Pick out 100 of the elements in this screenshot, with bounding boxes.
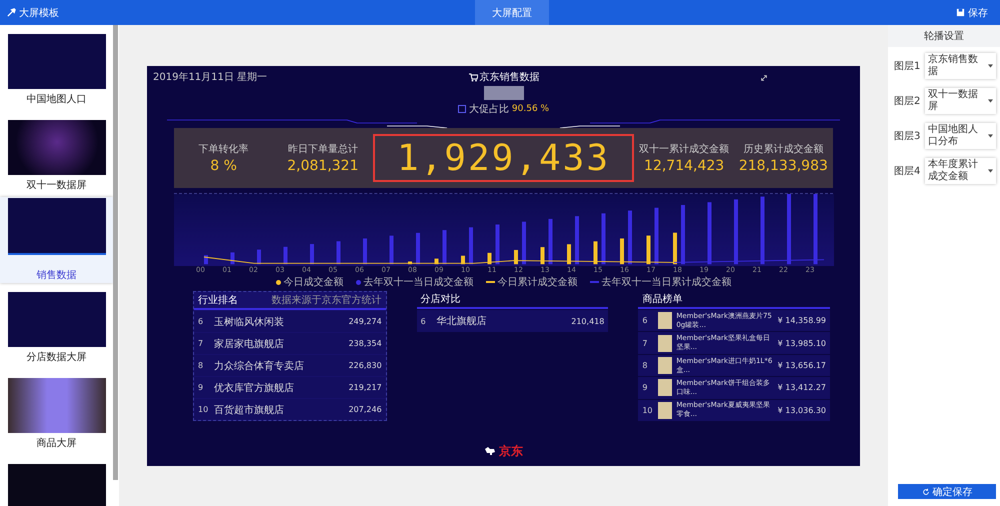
branch-name: 华北旗舰店 (436, 314, 488, 328)
legend-label[interactable]: 今日成交金额 (284, 275, 344, 289)
chart-bar (602, 213, 606, 264)
rank-number: 9 (642, 383, 648, 392)
sales-value: 207,246 (348, 405, 382, 414)
caret-icon (988, 169, 993, 173)
stat-value: 218,133,983 (738, 158, 828, 174)
layer-label: 图层1 (894, 60, 922, 73)
rank-number: 7 (642, 338, 648, 348)
layer-select[interactable]: 京东销售数据 (925, 53, 996, 79)
template-item[interactable]: 双十一数据屏 (0, 111, 113, 197)
chart-bar (204, 255, 208, 264)
chart-bar (787, 194, 791, 264)
chart-bar (336, 241, 340, 264)
panel-title: 分店对比 (420, 292, 461, 306)
sales-value: 210,418 (571, 316, 604, 326)
chart-bar (522, 222, 526, 264)
chart-bar (646, 236, 650, 264)
chart-bar (469, 227, 473, 264)
chart-bar (416, 232, 420, 264)
stat-label: 昨日下单量总计 (288, 142, 358, 156)
panel-title: 行业排名 (198, 294, 238, 307)
chart-bar (681, 204, 685, 264)
config-tab[interactable]: 大屏配置 (475, 0, 549, 25)
stat-value: 12,714,423 (644, 158, 724, 174)
legend-label[interactable]: 去年双十一当日累计成交金额 (602, 275, 732, 289)
shop-name: 百货超市旗舰店 (214, 404, 285, 416)
caret-icon (988, 64, 993, 68)
chart-bar (496, 224, 500, 264)
shop-name: 优衣库官方旗舰店 (214, 382, 295, 394)
chart-bar (310, 244, 314, 264)
rank-number: 7 (198, 339, 204, 348)
square-icon (458, 105, 466, 113)
rank-number: 10 (198, 405, 210, 414)
layer-select[interactable]: 双十一数据屏 (925, 88, 996, 114)
layer-label: 图层2 (894, 95, 922, 108)
shop-name: 玉树临风休闲装 (214, 316, 285, 328)
caret-icon (988, 99, 993, 103)
stat-label: 双十一累计成交金额 (639, 142, 730, 156)
chart-bar (594, 241, 598, 264)
product-photo-placeholder (658, 402, 672, 419)
rank-number: 6 (642, 316, 648, 326)
panel-note: 数据来源于京东官方统计 (272, 294, 382, 307)
ratio-value: 90.56 % (512, 104, 550, 114)
stat-label: 历史累计成交金额 (743, 142, 824, 156)
chart-bar (390, 236, 394, 264)
save-button[interactable]: 保存 (950, 4, 994, 20)
sales-value: 238,354 (348, 339, 382, 348)
rank-number: 9 (198, 383, 204, 392)
chart-bar (567, 244, 571, 264)
legend-label[interactable]: 去年双十一当日成交金额 (364, 275, 474, 289)
ratio-label: 大促占比 (468, 102, 509, 116)
layer-label: 图层3 (894, 130, 922, 143)
chart-bar (257, 250, 261, 264)
template-item[interactable]: 分店数据大屏 (0, 283, 113, 369)
chart-bar (620, 238, 624, 264)
template-item[interactable]: 销售数据 (0, 197, 113, 283)
stat-value: 2,081,321 (287, 158, 358, 174)
brush-icon (7, 8, 16, 17)
blurred-image (484, 86, 524, 100)
chart-bar (488, 252, 492, 264)
layer-select[interactable]: 中国地图人口分布 (925, 123, 996, 149)
stat-label: 下单转化率 (198, 142, 249, 156)
product-photo-placeholder (658, 334, 672, 352)
chart-bar (814, 194, 818, 264)
total-counter: 1,929,433 (372, 134, 634, 182)
panel-heading: 轮播设置 (888, 25, 1000, 47)
scrollbar[interactable] (113, 25, 118, 480)
template-item[interactable]: 商品大屏 (0, 369, 113, 455)
template-item[interactable]: 中国地图人口 (0, 25, 113, 111)
product-price: ¥ 13,412.27 (778, 383, 826, 392)
chart-bar (514, 250, 518, 264)
rank-number: 10 (642, 406, 654, 415)
product-price: ¥ 13,036.30 (778, 406, 826, 415)
layer-label: 图层4 (894, 165, 922, 178)
layer-select[interactable]: 本年度累计成交金额 (925, 158, 996, 184)
caret-icon (988, 134, 993, 138)
shop-name: 力众综合体育专卖店 (214, 360, 305, 372)
chart-bar (540, 247, 544, 264)
chart-bar (575, 216, 579, 264)
chart-bar (673, 232, 677, 264)
date-text: 2019年11月11日 星期一 (153, 70, 268, 85)
chart-bar (408, 262, 412, 264)
panel-title: 商品榜单 (642, 292, 682, 306)
cart-icon (468, 72, 478, 82)
chart-bar (548, 218, 552, 264)
rank-number: 8 (642, 361, 648, 370)
brand-logo-text: 京东 (499, 442, 523, 460)
chart-bar (284, 246, 288, 264)
sales-value: 249,274 (348, 317, 382, 326)
rank-number: 6 (198, 317, 204, 326)
chart-bar (434, 258, 438, 264)
chart-bar (734, 199, 738, 264)
confirm-save-button[interactable]: 确定保存 (898, 484, 996, 499)
product-photo-placeholder (658, 379, 672, 396)
chart-bar (230, 252, 234, 264)
dog-logo-icon (484, 446, 496, 456)
stat-value: 8 % (210, 158, 237, 174)
legend-label[interactable]: 今日累计成交金额 (498, 275, 578, 289)
chart-bar (461, 256, 465, 264)
